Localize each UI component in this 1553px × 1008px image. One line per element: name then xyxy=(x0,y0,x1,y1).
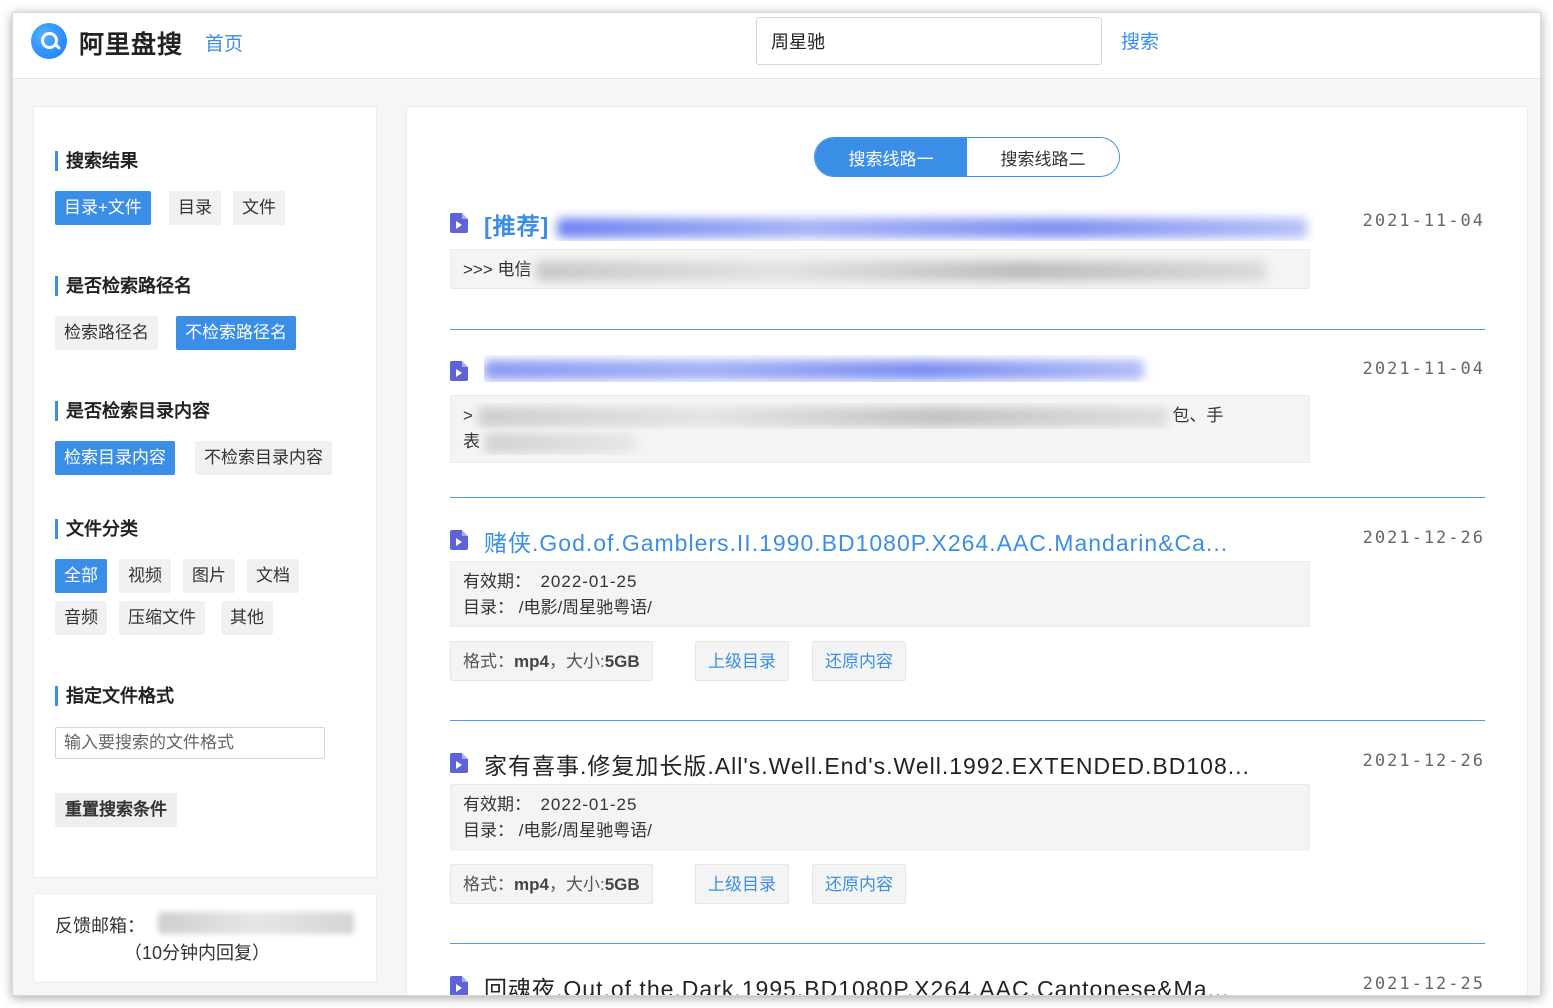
reset-filters-button[interactable]: 重置搜索条件 xyxy=(55,793,177,827)
format-size-tag: 格式：mp4，大小:5GB xyxy=(450,641,653,681)
redacted-title xyxy=(484,359,1144,380)
result-date: 2021-12-25 xyxy=(1362,974,1485,994)
filter-search-dir-content[interactable]: 检索目录内容 xyxy=(55,441,175,475)
result-snippet: >>> 电信 xyxy=(450,249,1310,289)
results-panel: 搜索线路一 搜索线路二 [推荐] 2021-11-04 >>> 电信 2021-… xyxy=(406,106,1528,995)
result-title[interactable]: [推荐] xyxy=(484,207,1314,241)
result-divider xyxy=(450,943,1485,944)
video-file-icon xyxy=(450,530,468,550)
video-file-icon xyxy=(450,753,468,773)
snippet-suffix: 包、手 xyxy=(1172,406,1224,425)
result-date: 2021-11-04 xyxy=(1362,359,1485,379)
result-date: 2021-12-26 xyxy=(1362,528,1485,548)
parent-dir-button[interactable]: 上级目录 xyxy=(695,641,789,681)
search-button[interactable]: 搜索 xyxy=(1121,27,1159,54)
result-details: 有效期： 2022-01-25 目录： /电影/周星驰粤语/ xyxy=(450,784,1310,850)
category-archive[interactable]: 压缩文件 xyxy=(119,601,205,635)
result-details: 有效期： 2022-01-25 目录： /电影/周星驰粤语/ xyxy=(450,561,1310,627)
video-file-icon xyxy=(450,976,468,995)
result-snippet: > 包、手 表 xyxy=(450,395,1310,463)
category-image[interactable]: 图片 xyxy=(183,559,235,593)
result-title[interactable]: 赌侠.God.of.Gamblers.II.1990.BD1080P.X264.… xyxy=(484,524,1304,558)
dir-path: /电影/周星驰粤语/ xyxy=(518,821,652,840)
restore-content-button[interactable]: 还原内容 xyxy=(812,641,906,681)
category-other[interactable]: 其他 xyxy=(221,601,273,635)
format-size-tag: 格式：mp4，大小:5GB xyxy=(450,864,653,904)
filter-file[interactable]: 文件 xyxy=(233,191,285,225)
filter-dir[interactable]: 目录 xyxy=(169,191,221,225)
section-title-path-search: 是否检索路径名 xyxy=(55,276,192,296)
filter-sidebar: 搜索结果 目录+文件 目录 文件 是否检索路径名 检索路径名 不检索路径名 是否… xyxy=(33,106,377,878)
parent-dir-button[interactable]: 上级目录 xyxy=(695,864,789,904)
filter-no-search-path[interactable]: 不检索路径名 xyxy=(176,316,296,350)
search-logo-icon[interactable] xyxy=(31,23,67,59)
filter-dir-and-file[interactable]: 目录+文件 xyxy=(55,191,151,225)
category-video[interactable]: 视频 xyxy=(119,559,171,593)
site-logo-text[interactable]: 阿里盘搜 xyxy=(79,25,183,61)
expiry-date: 2022-01-25 xyxy=(540,572,638,591)
result-divider xyxy=(450,720,1485,721)
filter-no-search-dir-content[interactable]: 不检索目录内容 xyxy=(195,441,332,475)
result-divider xyxy=(450,329,1485,330)
snippet-prefix: >>> 电信 xyxy=(463,260,532,279)
section-title-file-format: 指定文件格式 xyxy=(55,686,174,706)
result-date: 2021-11-04 xyxy=(1362,211,1485,231)
section-title-file-category: 文件分类 xyxy=(55,519,138,539)
expiry-label: 有效期： xyxy=(463,795,531,814)
home-link[interactable]: 首页 xyxy=(205,29,243,56)
feedback-reply-note: （10分钟内回复） xyxy=(124,943,271,963)
route-two-button[interactable]: 搜索线路二 xyxy=(967,138,1119,176)
feedback-email-redacted xyxy=(158,912,354,934)
result-title[interactable]: 家有喜事.修复加长版.All's.Well.End's.Well.1992.EX… xyxy=(484,747,1304,781)
top-header: 阿里盘搜 首页 搜索 xyxy=(13,13,1540,79)
redacted-title xyxy=(556,217,1307,238)
result-title[interactable] xyxy=(484,355,1304,382)
redacted-snippet xyxy=(484,432,635,453)
result-date: 2021-12-26 xyxy=(1362,751,1485,771)
redacted-snippet xyxy=(536,260,1267,281)
search-input[interactable] xyxy=(756,17,1102,65)
filter-search-path[interactable]: 检索路径名 xyxy=(55,316,158,350)
category-all[interactable]: 全部 xyxy=(55,559,107,593)
category-document[interactable]: 文档 xyxy=(247,559,299,593)
dir-path: /电影/周星驰粤语/ xyxy=(518,598,652,617)
route-one-button[interactable]: 搜索线路一 xyxy=(815,138,967,176)
dir-label: 目录： xyxy=(463,821,514,840)
expiry-date: 2022-01-25 xyxy=(540,795,638,814)
redacted-snippet xyxy=(477,406,1168,427)
restore-content-button[interactable]: 还原内容 xyxy=(812,864,906,904)
expiry-label: 有效期： xyxy=(463,572,531,591)
feedback-email-label: 反馈邮箱： xyxy=(55,916,145,936)
video-file-icon xyxy=(450,361,468,381)
snippet-prefix: > xyxy=(463,406,473,425)
category-audio[interactable]: 音频 xyxy=(55,601,107,635)
result-title[interactable]: 回魂夜.Out.of.the.Dark.1995.BD1080P.X264.AA… xyxy=(484,970,1304,995)
feedback-panel: 反馈邮箱： （10分钟内回复） xyxy=(33,893,377,983)
section-title-search-results: 搜索结果 xyxy=(55,151,138,171)
dir-label: 目录： xyxy=(463,598,514,617)
video-file-icon xyxy=(450,213,468,233)
section-title-dir-search: 是否检索目录内容 xyxy=(55,401,210,421)
app-window: 阿里盘搜 首页 搜索 搜索结果 目录+文件 目录 文件 是否检索路径名 检索路径… xyxy=(12,12,1541,996)
snippet-line2: 表 xyxy=(463,432,480,451)
route-switch: 搜索线路一 搜索线路二 xyxy=(814,137,1120,177)
file-format-input[interactable] xyxy=(55,727,325,759)
result-divider xyxy=(450,497,1485,498)
